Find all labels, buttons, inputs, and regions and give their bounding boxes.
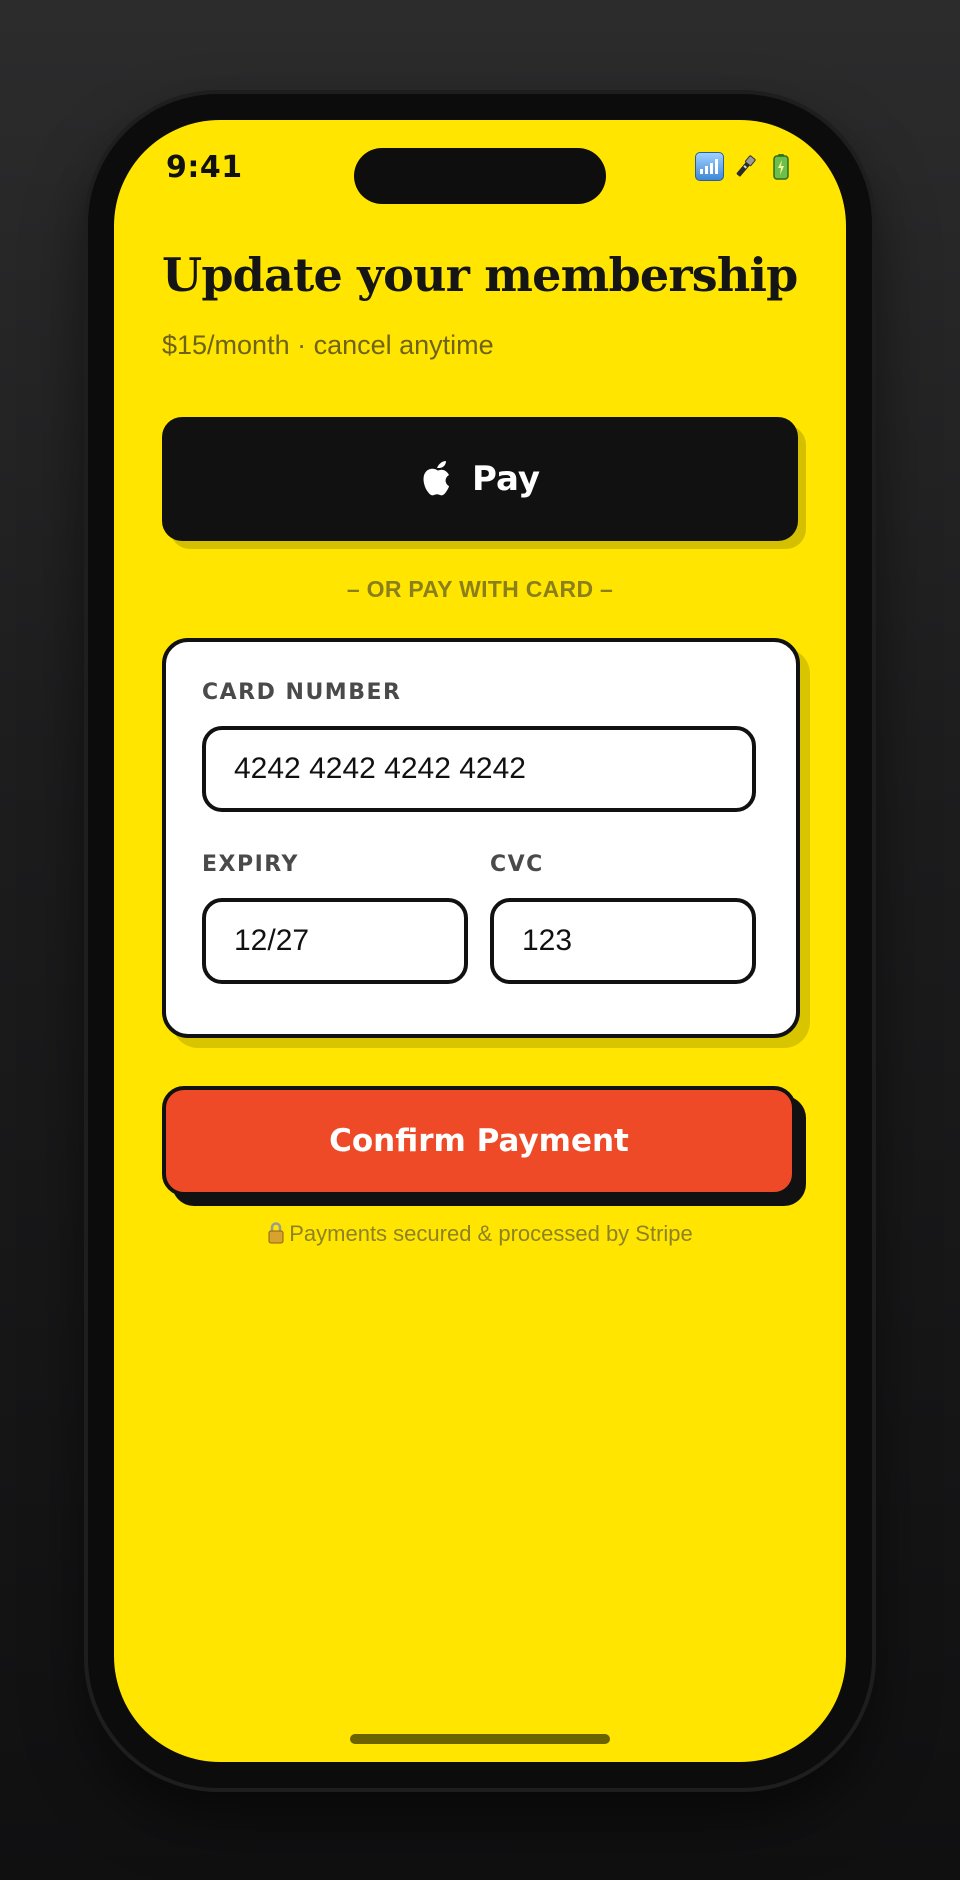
cvc-input[interactable] xyxy=(490,898,756,984)
app-screen: 9:41 Update your membership $15/month · … xyxy=(114,120,846,1762)
secure-text: Payments secured & processed by Stripe xyxy=(289,1221,693,1246)
page-title: Update your membership xyxy=(162,248,798,302)
apple-pay-button[interactable]: Pay xyxy=(162,417,798,541)
apple-logo-icon xyxy=(420,457,454,501)
confirm-payment-button[interactable]: Confirm Payment xyxy=(162,1086,796,1196)
signal-icon xyxy=(695,152,724,181)
expiry-label: EXPIRY xyxy=(202,852,299,877)
expiry-input[interactable] xyxy=(202,898,468,984)
flashlight-icon xyxy=(732,153,759,180)
apple-pay-label: Pay xyxy=(471,459,541,499)
status-time: 9:41 xyxy=(166,150,243,185)
battery-icon xyxy=(767,153,794,180)
cvc-label: CVC xyxy=(490,852,544,877)
lock-icon xyxy=(267,1222,285,1250)
status-icons xyxy=(695,152,794,181)
pay-with-card-divider: – OR PAY WITH CARD – xyxy=(346,576,614,602)
card-number-label: CARD NUMBER xyxy=(202,680,402,705)
price-subtitle: $15/month · cancel anytime xyxy=(162,330,494,360)
confirm-payment-label: Confirm Payment xyxy=(329,1123,629,1159)
stripe-secure-note: Payments secured & processed by Stripe xyxy=(114,1221,846,1250)
dynamic-island xyxy=(354,148,606,204)
card-form: CARD NUMBER EXPIRY CVC xyxy=(162,638,800,1038)
card-number-input[interactable] xyxy=(202,726,756,812)
home-indicator[interactable] xyxy=(350,1734,610,1744)
